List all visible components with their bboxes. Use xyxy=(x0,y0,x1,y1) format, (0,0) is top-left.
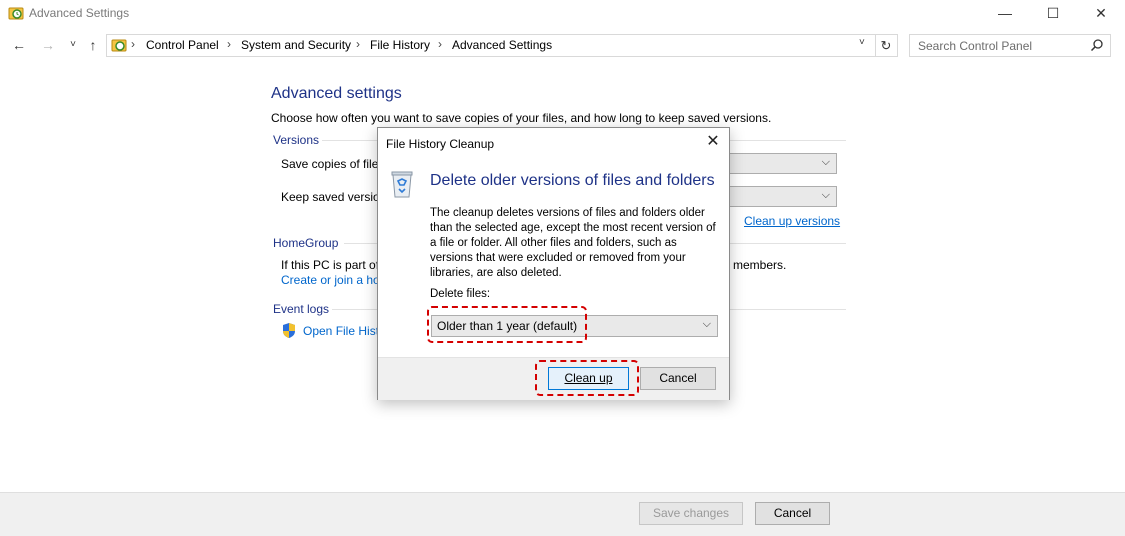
dialog-cancel-button[interactable]: Cancel xyxy=(640,367,716,390)
page-title: Advanced settings xyxy=(271,85,402,102)
breadcrumb-separator[interactable]: › xyxy=(438,37,442,51)
versions-header: Versions xyxy=(273,133,320,147)
search-box[interactable] xyxy=(909,34,1111,57)
file-history-cleanup-dialog: File History Cleanup ✕ Delete older vers… xyxy=(377,127,730,400)
control-panel-icon xyxy=(111,39,127,52)
breadcrumb-separator[interactable]: › xyxy=(356,37,360,51)
save-changes-button[interactable]: Save changes xyxy=(639,502,743,525)
refresh-icon[interactable]: ↻ xyxy=(875,34,898,57)
breadcrumb-file-history[interactable]: File History xyxy=(370,38,430,52)
breadcrumb-control-panel[interactable]: Control Panel xyxy=(146,38,219,52)
highlight-marker xyxy=(427,306,587,343)
breadcrumb-separator: › xyxy=(131,37,135,51)
close-icon[interactable]: ✕ xyxy=(703,132,723,152)
up-arrow-icon[interactable]: ↑ xyxy=(83,36,103,54)
close-window-button[interactable]: ✕ xyxy=(1078,0,1124,28)
cancel-button[interactable]: Cancel xyxy=(755,502,830,525)
delete-files-label: Delete files: xyxy=(430,288,491,300)
dialog-heading: Delete older versions of files and folde… xyxy=(430,172,715,189)
chevron-down-icon: ⌵ xyxy=(821,156,830,168)
chevron-down-icon: ⌵ xyxy=(821,189,830,201)
title-bar: Advanced Settings — ☐ ✕ xyxy=(0,0,1125,28)
dialog-title: File History Cleanup xyxy=(386,137,495,151)
forward-arrow-icon[interactable]: → xyxy=(38,36,58,54)
chevron-down-icon: ⌵ xyxy=(702,318,711,330)
create-join-homegroup-link[interactable]: Create or join a ho xyxy=(281,273,380,287)
homegroup-text-end: members. xyxy=(733,258,787,272)
keep-versions-label: Keep saved versions xyxy=(281,190,393,204)
bottom-bar xyxy=(0,492,1125,536)
breadcrumb-separator[interactable]: › xyxy=(227,37,231,51)
highlight-marker xyxy=(535,360,639,396)
page-description: Choose how often you want to save copies… xyxy=(271,111,772,125)
recycle-bin-icon xyxy=(391,171,413,198)
homegroup-header: HomeGroup xyxy=(273,236,339,250)
file-history-icon xyxy=(8,7,24,20)
search-input[interactable] xyxy=(910,35,1088,55)
save-copies-label: Save copies of files xyxy=(281,157,385,171)
maximize-button[interactable]: ☐ xyxy=(1030,0,1076,28)
window-title: Advanced Settings xyxy=(29,6,130,20)
recent-locations-icon[interactable]: ˅ xyxy=(63,36,83,54)
address-bar[interactable]: › Control Panel › System and Security › … xyxy=(106,34,876,57)
breadcrumb-system-and-security[interactable]: System and Security xyxy=(241,38,351,52)
search-icon[interactable] xyxy=(1090,38,1104,52)
minimize-button[interactable]: — xyxy=(982,0,1028,28)
clean-up-versions-link[interactable]: Clean up versions xyxy=(744,214,840,228)
address-dropdown-icon[interactable]: ˅ xyxy=(859,37,873,48)
shield-icon xyxy=(283,323,295,338)
back-arrow-icon[interactable]: ← xyxy=(9,36,29,54)
breadcrumb-advanced-settings[interactable]: Advanced Settings xyxy=(452,38,552,52)
homegroup-text: If this PC is part of xyxy=(281,258,380,272)
event-logs-header: Event logs xyxy=(273,302,330,316)
open-file-history-event-logs-link[interactable]: Open File Hist xyxy=(303,324,379,338)
dialog-description: The cleanup deletes versions of files an… xyxy=(430,207,716,279)
